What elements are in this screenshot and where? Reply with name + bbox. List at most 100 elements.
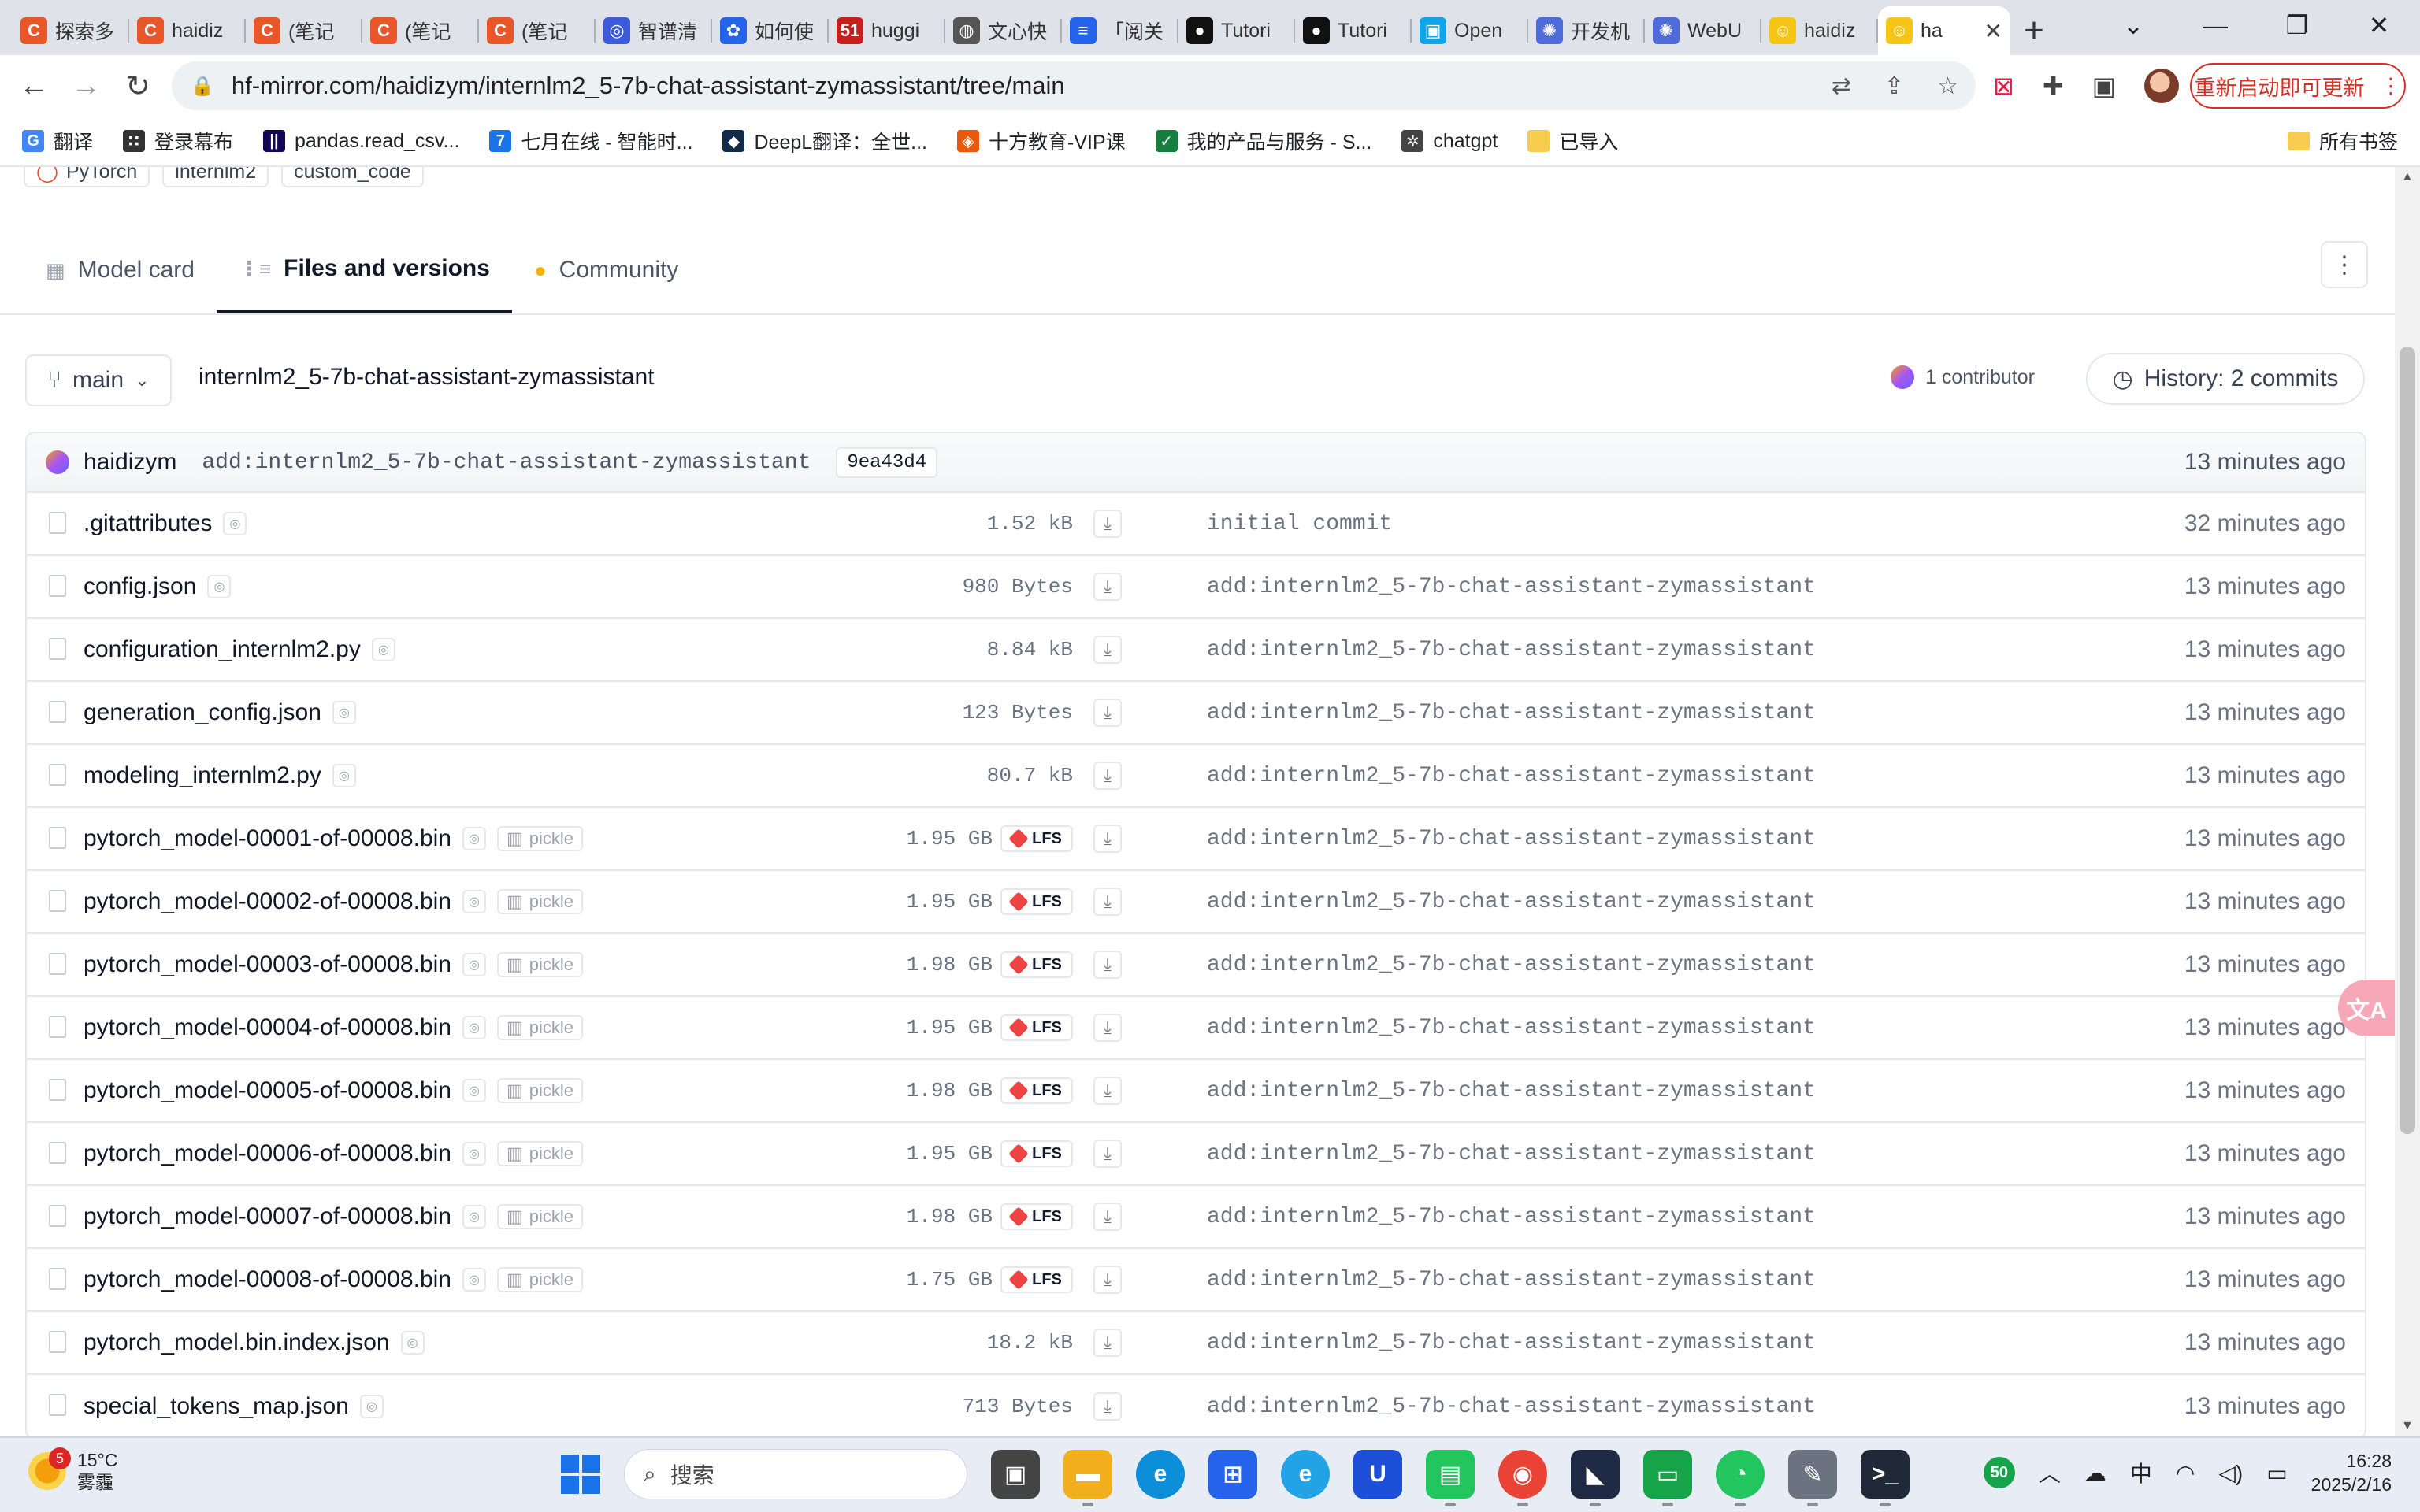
file-commit-message[interactable]: add:internlm2_5-7b-chat-assistant-zymass… [1207, 575, 1816, 599]
bookmark-item[interactable]: || pandas.read_csv... [263, 130, 459, 153]
commit-message[interactable]: add:internlm2_5-7b-chat-assistant-zymass… [202, 450, 811, 475]
forward-button[interactable]: → [60, 60, 112, 112]
safetensors-scan-icon[interactable]: ◎ [462, 1079, 486, 1102]
remote-desktop-icon[interactable]: ▭ [1643, 1450, 1692, 1506]
file-name-link[interactable]: pytorch_model-00006-of-00008.bin [84, 1140, 451, 1167]
file-commit-message[interactable]: initial commit [1207, 512, 1392, 536]
tray-app-badge[interactable]: 50 [1983, 1457, 2015, 1488]
download-icon[interactable]: ⤓ [1093, 1203, 1122, 1231]
browser-tab[interactable]: C 探索多 [13, 6, 129, 55]
file-name-link[interactable]: pytorch_model-00004-of-00008.bin [84, 1014, 451, 1041]
pickle-badge[interactable]: ▥ pickle [496, 1078, 584, 1103]
safetensors-scan-icon[interactable]: ◎ [462, 1268, 486, 1292]
browser-tab[interactable]: ≡ 「阅关 [1062, 6, 1178, 55]
lfs-badge[interactable]: LFS [1000, 1203, 1073, 1230]
minimize-button[interactable]: — [2174, 0, 2256, 50]
download-icon[interactable]: ⤓ [1093, 825, 1122, 853]
pickle-badge[interactable]: ▥ pickle [496, 889, 584, 914]
pickle-badge[interactable]: ▥ pickle [496, 826, 584, 851]
close-tab-icon[interactable]: ✕ [1984, 18, 2002, 44]
browser-tab[interactable]: ✿ 如何使 [712, 6, 829, 55]
bookmark-item[interactable]: G 翻译 [22, 127, 93, 155]
safetensors-scan-icon[interactable]: ◎ [207, 575, 232, 598]
extensions-puzzle-icon[interactable]: ✚ [2043, 71, 2064, 101]
close-window-button[interactable]: ✕ [2338, 0, 2420, 50]
repo-tag[interactable]: ◯ PyTorch [24, 167, 150, 187]
all-bookmarks[interactable]: 所有书签 [2287, 127, 2398, 155]
file-name-link[interactable]: pytorch_model-00005-of-00008.bin [84, 1077, 451, 1104]
download-icon[interactable]: ⤓ [1093, 573, 1122, 601]
bookmark-item[interactable]: ✓ 我的产品与服务 - S... [1155, 127, 1371, 155]
clock[interactable]: 16:28 2025/2/16 [2311, 1449, 2392, 1496]
commit-author[interactable]: haidizym [84, 449, 176, 476]
lfs-badge[interactable]: LFS [1000, 888, 1073, 915]
scroll-down-icon[interactable]: ▼ [2401, 1419, 2414, 1433]
tab-search-chevron-icon[interactable]: ⌄ [2092, 0, 2174, 50]
file-commit-message[interactable]: add:internlm2_5-7b-chat-assistant-zymass… [1207, 953, 1816, 977]
share-icon[interactable]: ⇪ [1884, 72, 1904, 100]
file-commit-message[interactable]: add:internlm2_5-7b-chat-assistant-zymass… [1207, 1016, 1816, 1040]
windows-start-icon[interactable] [561, 1455, 600, 1494]
shield-app-icon[interactable]: U [1353, 1450, 1402, 1499]
browser-tab[interactable]: Chaidiz [129, 6, 246, 55]
download-icon[interactable]: ⤓ [1093, 510, 1122, 538]
file-commit-message[interactable]: add:internlm2_5-7b-chat-assistant-zymass… [1207, 1331, 1816, 1355]
wifi-icon[interactable]: ◠ [2176, 1460, 2195, 1486]
safetensors-scan-icon[interactable]: ◎ [332, 764, 356, 788]
lfs-badge[interactable]: LFS [1000, 1014, 1073, 1041]
restore-button[interactable]: ❐ [2256, 0, 2338, 50]
profile-avatar[interactable] [2143, 69, 2179, 103]
browser-tab[interactable]: C (笔记 [246, 6, 362, 55]
taskbar-search[interactable]: ⌕ 搜索 [624, 1449, 967, 1499]
reload-button[interactable]: ↻ [112, 60, 164, 112]
more-options-button[interactable]: ⋮ [2321, 241, 2368, 288]
browser-tab[interactable]: C (笔记 [362, 6, 479, 55]
edge-ai-icon[interactable]: e [1281, 1450, 1330, 1499]
safetensors-scan-icon[interactable]: ◎ [462, 1205, 486, 1228]
bookmark-item[interactable]: 7 七月在线 - 智能时... [489, 127, 692, 155]
cat-app-icon[interactable]: ◣ [1571, 1450, 1620, 1506]
file-name-link[interactable]: pytorch_model-00002-of-00008.bin [84, 888, 451, 915]
bookmark-item[interactable]: ◆ DeepL翻译：全世... [722, 127, 927, 155]
extension-translate-icon[interactable]: ⊠ [1993, 71, 2014, 101]
safetensors-scan-icon[interactable]: ◎ [371, 638, 395, 662]
contributors-link[interactable]: 1 contributor [1891, 365, 2035, 389]
scroll-up-icon[interactable]: ▲ [2401, 170, 2414, 184]
file-name-link[interactable]: pytorch_model.bin.index.json [84, 1329, 390, 1356]
bookmark-item[interactable]: ∷ 登录幕布 [123, 127, 233, 155]
branch-selector[interactable]: ⑂ main ⌄ [25, 354, 172, 406]
pickle-badge[interactable]: ▥ pickle [496, 1015, 584, 1040]
file-commit-message[interactable]: add:internlm2_5-7b-chat-assistant-zymass… [1207, 1268, 1816, 1292]
wechat-work-icon[interactable]: ▤ [1426, 1450, 1475, 1506]
browser-tab[interactable]: ◍ 文心快 [945, 6, 1062, 55]
pickle-badge[interactable]: ▥ pickle [496, 952, 584, 977]
file-name-link[interactable]: pytorch_model-00008-of-00008.bin [84, 1266, 451, 1293]
side-panel-icon[interactable]: ▣ [2092, 71, 2116, 101]
cloud-icon[interactable]: ☁ [2084, 1460, 2106, 1486]
edge-icon[interactable]: e [1136, 1450, 1185, 1499]
pickle-badge[interactable]: ▥ pickle [496, 1204, 584, 1229]
update-restart-button[interactable]: 重新启动即可更新 ⋮ [2190, 63, 2406, 109]
commit-hash[interactable]: 9ea43d4 [836, 447, 938, 478]
address-bar[interactable]: 🔒 hf-mirror.com/haidizym/internlm2_5-7b-… [172, 61, 1976, 110]
browser-tab[interactable]: ☺ haidiz [1761, 6, 1878, 55]
wechat-icon[interactable]: ◔ [1716, 1450, 1765, 1506]
safetensors-scan-icon[interactable]: ◎ [359, 1395, 384, 1418]
browser-tab[interactable]: ● Tutori [1295, 6, 1412, 55]
lock-icon[interactable]: 🔒 [191, 75, 214, 98]
browser-tab[interactable]: ✺ 开发机 [1528, 6, 1645, 55]
download-icon[interactable]: ⤓ [1093, 888, 1122, 916]
file-commit-message[interactable]: add:internlm2_5-7b-chat-assistant-zymass… [1207, 827, 1816, 851]
safetensors-scan-icon[interactable]: ◎ [462, 1142, 486, 1166]
back-button[interactable]: ← [8, 60, 60, 112]
safetensors-scan-icon[interactable]: ◎ [332, 701, 356, 724]
file-name-link[interactable]: configuration_internlm2.py [84, 636, 361, 663]
chrome-icon[interactable]: ◉ [1498, 1450, 1547, 1506]
floating-translate-icon[interactable]: 文A [2338, 980, 2395, 1036]
tab-files-and-versions[interactable]: ⋮≡ Files and versions [216, 227, 512, 313]
history-button[interactable]: ◷ History: 2 commits [2086, 353, 2365, 405]
download-icon[interactable]: ⤓ [1093, 1077, 1122, 1105]
download-icon[interactable]: ⤓ [1093, 762, 1122, 790]
translate-page-icon[interactable]: ⇄ [1832, 72, 1851, 100]
download-icon[interactable]: ⤓ [1093, 1392, 1122, 1421]
